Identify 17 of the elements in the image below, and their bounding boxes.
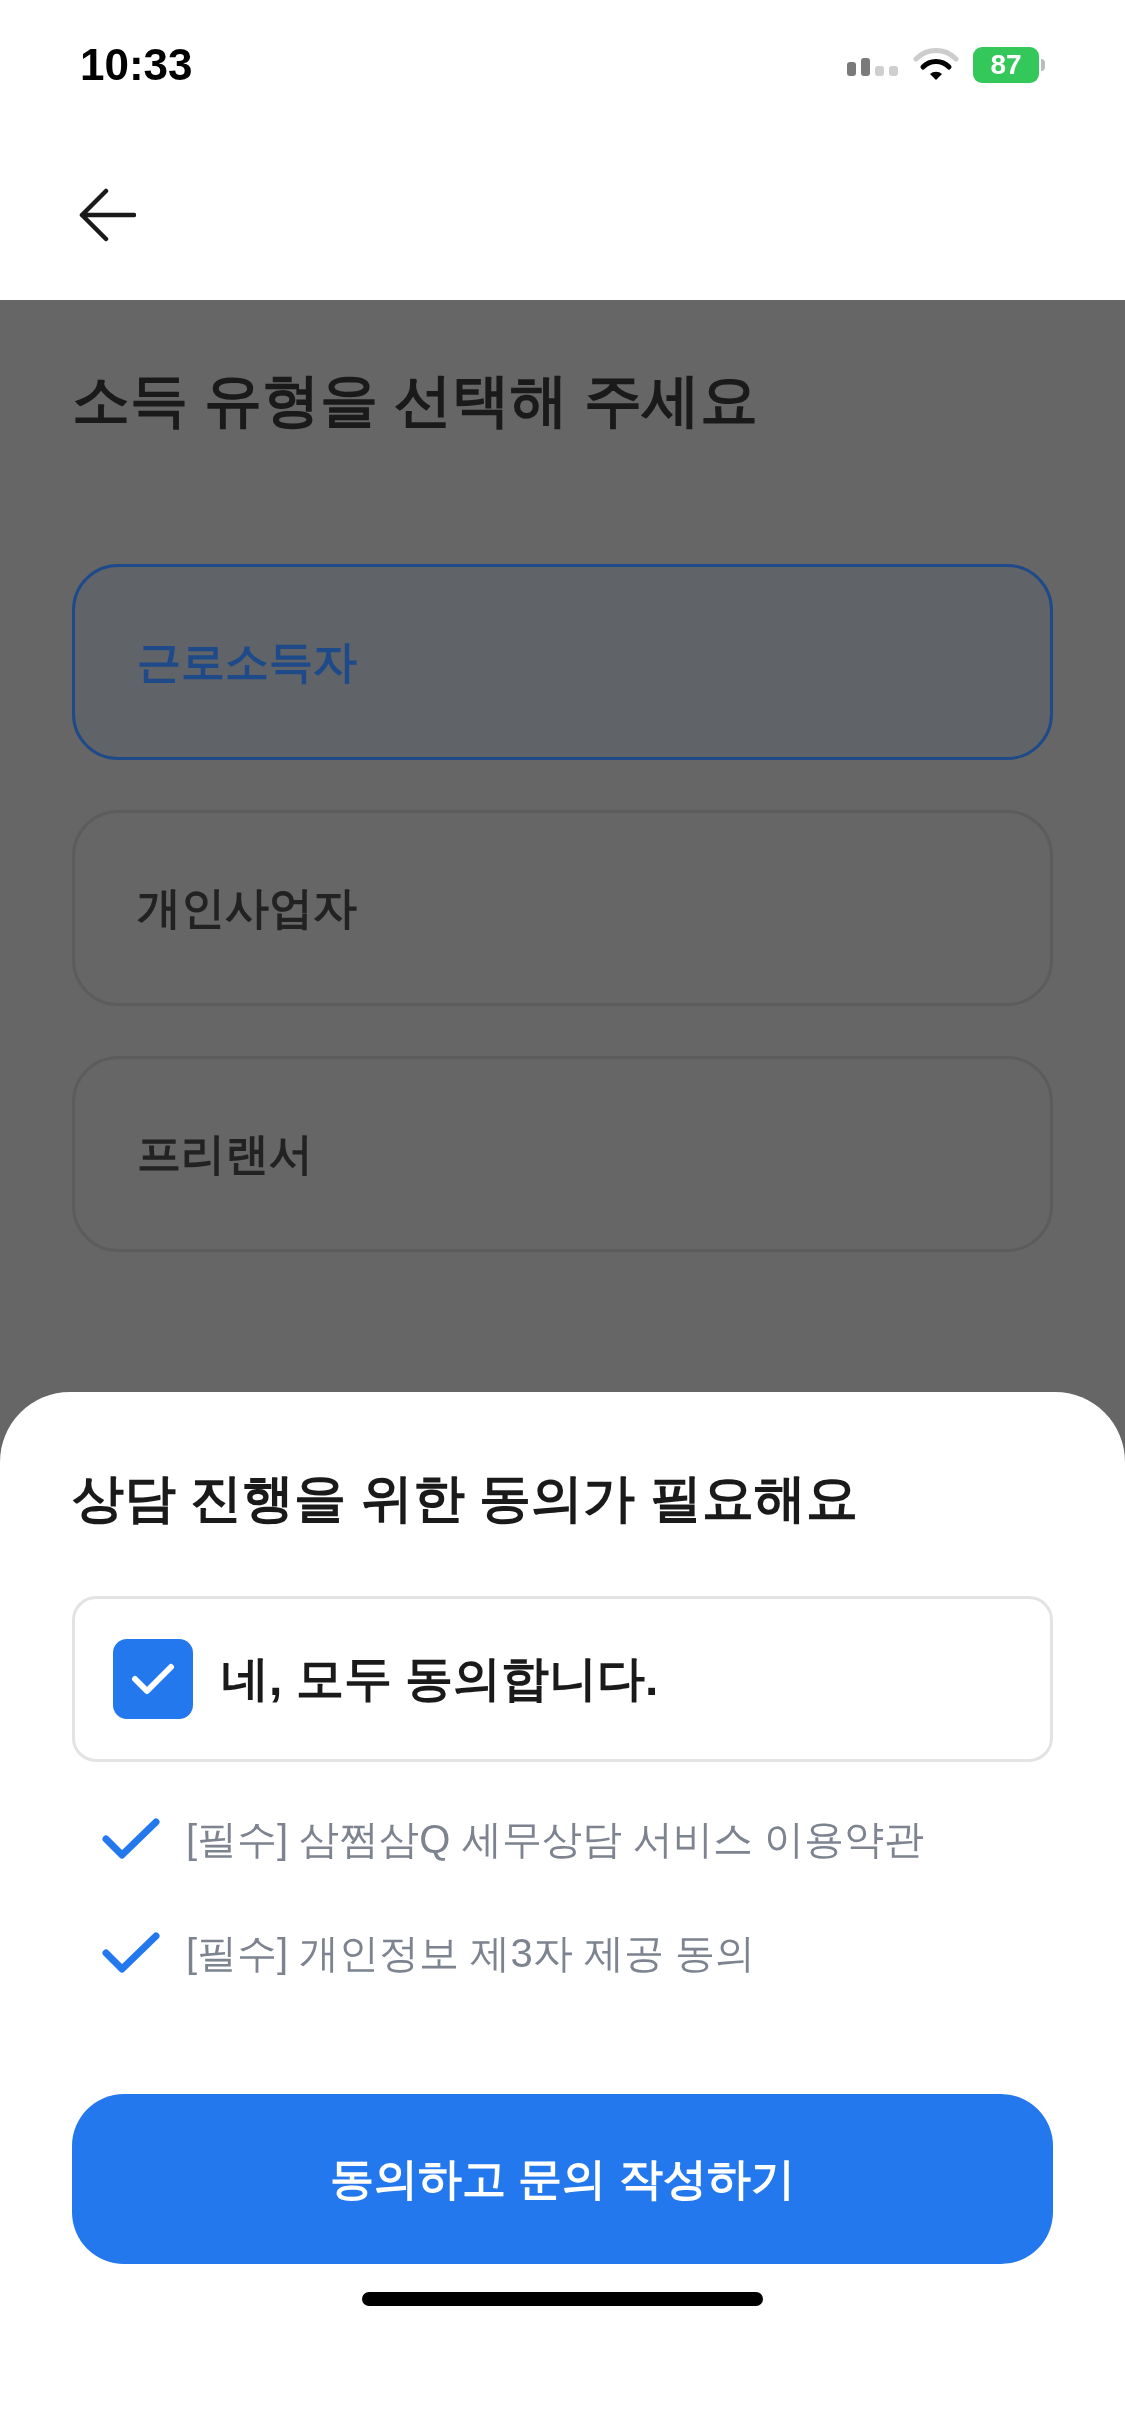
income-type-option[interactable]: 개인사업자: [72, 810, 1053, 1006]
terms-label[interactable]: [필수] 개인정보 제3자 제공 동의: [186, 1923, 755, 1983]
status-time: 10:33: [80, 39, 193, 91]
agree-button[interactable]: 동의하고 문의 작성하기: [72, 2094, 1053, 2264]
terms-label[interactable]: [필수] 삼쩜삼Q 세무상담 서비스 이용약관: [186, 1809, 924, 1869]
check-icon[interactable]: [102, 1817, 160, 1861]
sheet-title: 상담 진행을 위한 동의가 필요해요: [72, 1468, 859, 1529]
back-arrow-icon[interactable]: [78, 188, 136, 242]
battery-level: 87: [990, 51, 1022, 79]
check-icon[interactable]: [102, 1931, 160, 1975]
checkbox[interactable]: [113, 1639, 193, 1719]
page-title: 소득 유형을 선택해 주세요: [72, 366, 760, 434]
wifi-icon: [913, 48, 959, 82]
agree-all-label: 네, 모두 동의합니다.: [221, 1651, 659, 1707]
check-icon: [131, 1662, 175, 1696]
income-type-option[interactable]: 프리랜서: [72, 1056, 1053, 1252]
agree-all-card[interactable]: 네, 모두 동의합니다.: [72, 1596, 1053, 1762]
